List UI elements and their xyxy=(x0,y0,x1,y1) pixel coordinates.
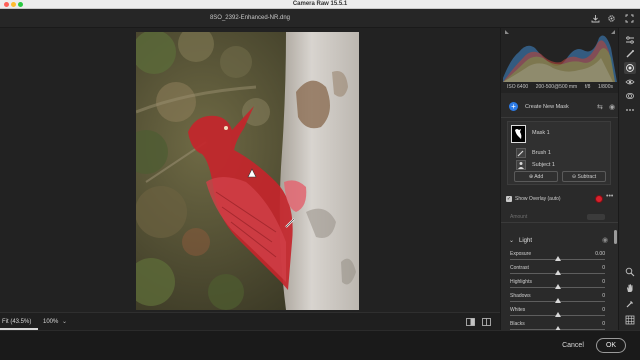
slider-label: Blacks xyxy=(510,321,525,327)
slider-thumb[interactable] xyxy=(554,256,561,261)
slider-blacks[interactable]: Blacks 0 xyxy=(501,321,618,330)
document-filename: 8SO_2392-Enhanced-NR.dng xyxy=(209,15,291,21)
hand-icon[interactable] xyxy=(624,282,636,294)
presets-icon[interactable] xyxy=(624,90,636,102)
slider-thumb[interactable] xyxy=(554,284,561,289)
histogram xyxy=(501,28,618,84)
show-overlay-row: ✓ Show Overlay (auto) ••• xyxy=(501,193,618,205)
lens-value: 200-500@500 mm xyxy=(535,84,578,90)
slider-value[interactable]: 0 xyxy=(581,293,605,299)
edit-sliders-icon[interactable] xyxy=(624,34,636,46)
cancel-button[interactable]: Cancel xyxy=(556,339,590,353)
subtract-mask-button[interactable]: ⊖ Subtract xyxy=(562,171,606,182)
show-overlay-checkbox[interactable]: ✓ xyxy=(506,196,512,202)
slider-label: Highlights xyxy=(510,279,532,285)
gear-icon[interactable] xyxy=(606,13,616,23)
camera-info-bar: ISO 6400 200-500@500 mm f/8 1/800s xyxy=(501,84,618,93)
zoom-icon[interactable] xyxy=(624,266,636,278)
document-header: 8SO_2392-Enhanced-NR.dng xyxy=(0,9,640,28)
panel-scrollbar-thumb[interactable] xyxy=(614,230,617,244)
panel-scrollbar-track[interactable] xyxy=(614,230,617,328)
dialog-footer: Cancel OK xyxy=(0,330,640,360)
more-icon[interactable] xyxy=(624,104,636,116)
grid-icon[interactable] xyxy=(624,314,636,326)
shutter-value: 1/800s xyxy=(597,84,613,90)
ok-button[interactable]: OK xyxy=(596,338,626,353)
image-toolbar: Fit (43.5%) 100% ⌄ xyxy=(0,312,500,330)
mask-header: + Create New Mask ⇆ ◉ xyxy=(501,94,618,118)
slider-value[interactable]: 0 xyxy=(581,279,605,285)
tool-strip xyxy=(618,28,640,330)
amount-row: Amount xyxy=(501,211,618,223)
create-new-mask-button[interactable]: Create New Mask xyxy=(525,104,569,110)
app-title: Camera Raw 15.5.1 xyxy=(292,1,348,7)
masking-icon[interactable] xyxy=(624,62,636,74)
chevron-down-icon[interactable]: ⌄ xyxy=(509,237,514,244)
subtract-label: Subtract xyxy=(577,174,597,180)
photo-preview[interactable] xyxy=(136,32,359,310)
healing-icon[interactable] xyxy=(624,48,636,60)
iso-value: ISO 6400 xyxy=(507,84,529,90)
mask-list: Mask 1 Brush 1 Subject 1 ⊕ Add ⊖ Subtrac… xyxy=(507,121,611,185)
person-icon xyxy=(516,160,526,170)
slider-contrast[interactable]: Contrast 0 xyxy=(501,265,618,279)
slider-value[interactable]: 0 xyxy=(581,307,605,313)
mask-component-label[interactable]: Subject 1 xyxy=(532,162,555,168)
brush-icon xyxy=(516,148,526,158)
amount-label: Amount xyxy=(510,214,528,220)
slider-value[interactable]: 0 xyxy=(581,321,605,327)
aperture-value: f/8 xyxy=(584,84,591,90)
slider-thumb[interactable] xyxy=(554,270,561,275)
view-toggle-icon[interactable] xyxy=(482,318,491,328)
slider-shadows[interactable]: Shadows 0 xyxy=(501,293,618,307)
slider-thumb[interactable] xyxy=(554,298,561,303)
edit-panel: ISO 6400 200-500@500 mm f/8 1/800s + Cre… xyxy=(500,28,618,330)
light-section-title: Light xyxy=(519,238,533,244)
window-titlebar: Camera Raw 15.5.1 xyxy=(0,0,640,9)
mask-options-icon[interactable]: ⇆ xyxy=(597,103,603,111)
overlay-color-swatch[interactable] xyxy=(595,195,603,203)
more-options-icon[interactable]: ••• xyxy=(606,193,613,200)
slider-value[interactable]: 0 xyxy=(581,265,605,271)
mask-name[interactable]: Mask 1 xyxy=(532,130,550,136)
slider-label: Shadows xyxy=(510,293,531,299)
add-mask-button[interactable]: ⊕ Add xyxy=(514,171,558,182)
slider-label: Exposure xyxy=(510,251,532,257)
show-overlay-label: Show Overlay (auto) xyxy=(515,196,561,202)
fit-zoom-button[interactable]: Fit (43.5%) xyxy=(2,319,31,325)
zoom-level-button[interactable]: 100% xyxy=(43,319,58,325)
eye-icon[interactable]: ◉ xyxy=(609,103,615,111)
chevron-down-icon[interactable]: ⌄ xyxy=(62,318,67,325)
fullscreen-icon[interactable] xyxy=(624,13,634,23)
plus-icon[interactable]: + xyxy=(509,102,518,111)
save-icon[interactable] xyxy=(590,13,600,23)
mask-thumbnail[interactable] xyxy=(511,125,526,143)
slider-label: Whites xyxy=(510,307,526,313)
slider-exposure[interactable]: Exposure 0.00 xyxy=(501,251,618,265)
redeye-icon[interactable] xyxy=(624,76,636,88)
slider-label: Contrast xyxy=(510,265,529,271)
image-canvas[interactable] xyxy=(0,28,500,312)
eyedropper-icon[interactable] xyxy=(624,298,636,310)
before-after-icon[interactable] xyxy=(466,318,475,328)
slider-whites[interactable]: Whites 0 xyxy=(501,307,618,321)
slider-highlights[interactable]: Highlights 0 xyxy=(501,279,618,293)
slider-thumb[interactable] xyxy=(554,312,561,317)
mask-component-label[interactable]: Brush 1 xyxy=(532,150,551,156)
light-section-header[interactable]: ⌄ Light ◉ xyxy=(501,234,618,248)
eye-icon[interactable]: ◉ xyxy=(602,236,608,244)
add-label: Add xyxy=(534,174,544,180)
slider-value[interactable]: 0.00 xyxy=(581,251,605,257)
amount-field xyxy=(587,214,605,220)
